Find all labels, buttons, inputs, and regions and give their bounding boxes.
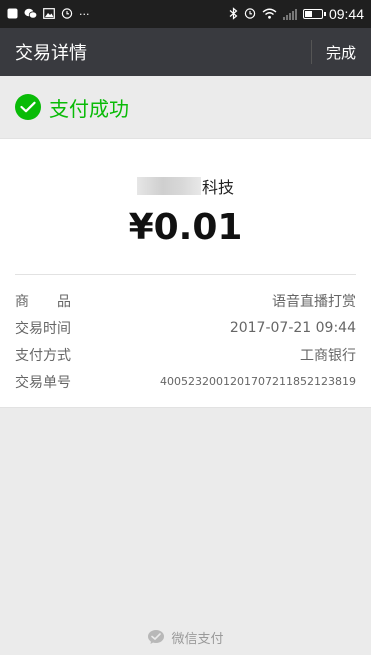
wechat-icon bbox=[24, 8, 38, 21]
status-text: 支付成功 bbox=[49, 96, 129, 121]
transaction-details: 商 品 语音直播打赏 交易时间 2017-07-21 09:44 支付方式 工商… bbox=[15, 274, 356, 407]
status-bar: ··· 09:44 bbox=[0, 0, 371, 28]
wifi-icon bbox=[262, 8, 277, 21]
status-bar-time: 09:44 bbox=[328, 6, 364, 22]
nav-divider bbox=[310, 40, 312, 64]
detail-value: 2017-07-21 09:44 bbox=[229, 319, 356, 336]
detail-label: 交易时间 bbox=[15, 320, 71, 337]
detail-row-order-number: 交易单号 4005232001201707211852123819 bbox=[15, 368, 356, 395]
done-button[interactable]: 完成 bbox=[326, 42, 356, 63]
nav-bar: 交易详情 完成 bbox=[0, 28, 371, 76]
merchant-name-text: 科技 bbox=[201, 178, 234, 197]
bluetooth-icon bbox=[229, 6, 238, 22]
image-icon bbox=[43, 7, 55, 21]
notification-icon bbox=[7, 8, 18, 21]
alarm-icon bbox=[244, 7, 256, 21]
detail-row-time: 交易时间 2017-07-21 09:44 bbox=[15, 314, 356, 341]
detail-value: 4005232001201707211852123819 bbox=[160, 375, 356, 388]
detail-row-payment-method: 支付方式 工商银行 bbox=[15, 341, 356, 368]
detail-value: 语音直播打赏 bbox=[272, 293, 356, 310]
footer: 微信支付 bbox=[0, 619, 371, 655]
signal-icon bbox=[282, 8, 297, 20]
battery-icon bbox=[302, 9, 326, 19]
status-bar-left: ··· bbox=[7, 7, 90, 21]
merchant-name: 科技 bbox=[15, 139, 356, 199]
payment-status: 支付成功 bbox=[0, 76, 371, 138]
check-circle-icon bbox=[15, 94, 41, 120]
transaction-card: 科技 ¥0.01 商 品 语音直播打赏 交易时间 2017-07-21 09:4… bbox=[0, 138, 371, 408]
more-icon: ··· bbox=[79, 7, 90, 21]
status-bar-right: 09:44 bbox=[229, 6, 364, 22]
payment-amount: ¥0.01 bbox=[128, 207, 243, 248]
detail-label: 支付方式 bbox=[15, 347, 71, 364]
merchant-name-redacted bbox=[136, 177, 201, 195]
footer-text: 微信支付 bbox=[171, 631, 224, 647]
page-title: 交易详情 bbox=[15, 43, 87, 64]
wechat-pay-logo-icon bbox=[147, 629, 165, 645]
detail-row-product: 商 品 语音直播打赏 bbox=[15, 287, 356, 314]
alarm-icon bbox=[61, 7, 73, 21]
detail-value: 工商银行 bbox=[300, 347, 356, 364]
detail-label: 交易单号 bbox=[15, 374, 71, 391]
nav-actions: 完成 bbox=[310, 28, 356, 76]
detail-label: 商 品 bbox=[15, 293, 71, 310]
